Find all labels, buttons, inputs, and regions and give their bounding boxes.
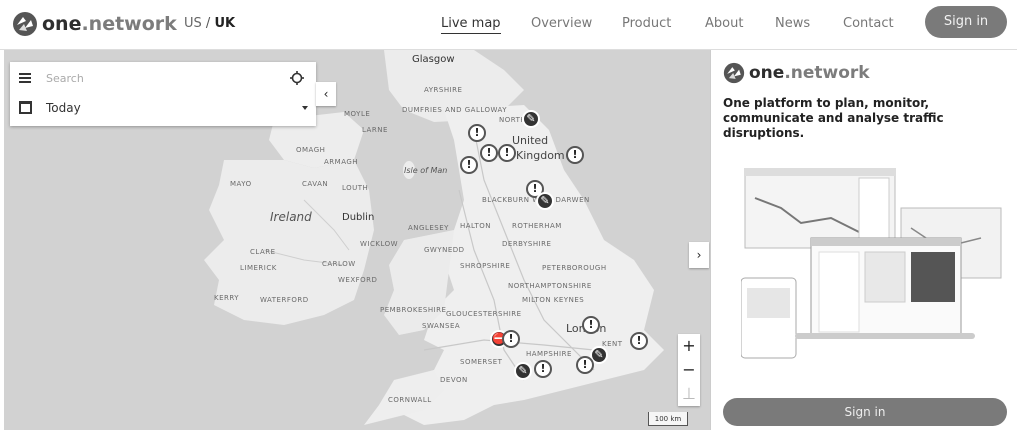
nav-news[interactable]: News <box>775 16 810 31</box>
reset-bearing-button[interactable]: ⊥ <box>678 382 700 406</box>
map-scale: 100 km <box>648 412 688 426</box>
map-label-dublin: Dublin <box>342 212 375 223</box>
search-input[interactable] <box>46 69 266 87</box>
nav-contact[interactable]: Contact <box>843 16 894 31</box>
map-label-peterborough: PETERBOROUGH <box>542 264 607 272</box>
sign-in-button-sidebar[interactable]: Sign in <box>723 398 1007 426</box>
map-label-carlow: CARLOW <box>322 260 356 268</box>
nav-overview[interactable]: Overview <box>531 16 592 31</box>
sidebar-tagline: One platform to plan, monitor, communica… <box>723 96 944 140</box>
map-label-northamptonshire: NORTHAMPTONSHIRE <box>508 282 592 290</box>
map-label-armagh: ARMAGH <box>324 158 359 166</box>
roadworks-marker[interactable]: ✎ <box>522 110 540 128</box>
calendar-icon <box>19 101 32 114</box>
map-label-derbyshire: DERBYSHIRE <box>502 240 552 248</box>
map-label-clare: CLARE <box>250 248 276 256</box>
brand-name-network: .network <box>81 13 177 35</box>
brand-name-one: one <box>42 13 82 35</box>
map-label-glasgow: Glasgow <box>412 54 455 65</box>
sidebar-brand-logo: one .network <box>723 62 870 84</box>
menu-icon[interactable] <box>19 73 31 83</box>
map-label-halton: HALTON <box>460 222 492 230</box>
map-label-cornwall: CORNWALL <box>388 396 432 404</box>
map-label-anglesey: ANGLESEY <box>408 224 449 232</box>
brand-name-one: one <box>749 63 785 83</box>
disruption-marker[interactable]: ! <box>502 330 520 348</box>
disruption-marker[interactable]: ! <box>566 146 584 164</box>
map-label-mayo: MAYO <box>230 180 252 188</box>
map-label-waterford: WATERFORD <box>260 296 309 304</box>
search-row <box>10 64 316 92</box>
disruption-marker[interactable]: ! <box>460 156 478 174</box>
sign-in-button-header[interactable]: Sign in <box>925 6 1007 38</box>
product-screenshots-illustration <box>741 168 1002 359</box>
nav-product[interactable]: Product <box>622 16 671 31</box>
disruption-marker[interactable]: ! <box>630 332 648 350</box>
map-label-kerry: KERRY <box>214 294 240 302</box>
map-label-wexford: WEXFORD <box>338 276 378 284</box>
top-navigation-bar: one .network US / UK Live map Overview Pr… <box>0 0 1017 50</box>
map-label-gloucestershire: GLOUCESTERSHIRE <box>446 310 522 318</box>
zoom-out-button[interactable]: − <box>678 358 700 382</box>
map-label-hampshire: HAMPSHIRE <box>526 350 572 358</box>
brand-logo[interactable]: one .network <box>12 11 177 37</box>
region-separator: / <box>205 16 211 31</box>
date-select[interactable]: Today <box>10 94 316 122</box>
map-label-isle-of-man: Isle of Man <box>404 166 448 175</box>
search-panel: Today <box>10 62 316 126</box>
map-label-milton-keynes: MILTON KEYNES <box>522 296 585 304</box>
nav-live-map[interactable]: Live map <box>441 16 501 34</box>
collapse-panel-button[interactable]: ‹ <box>316 82 336 106</box>
zoom-in-button[interactable]: + <box>678 334 700 358</box>
map-label-pembrokeshire: PEMBROKESHIRE <box>380 306 447 314</box>
map-label-united: United <box>512 134 549 147</box>
disruption-marker[interactable]: ! <box>468 124 486 142</box>
map-label-kingdom: Kingdom <box>516 149 565 162</box>
expand-sidebar-button[interactable]: › <box>689 242 709 268</box>
promo-sidebar: one .network One platform to plan, monito… <box>710 50 1017 430</box>
locate-icon[interactable] <box>290 71 304 85</box>
map-label-devon: DEVON <box>440 376 468 384</box>
one-network-logo-icon <box>13 12 37 36</box>
map-label-ayrshire: AYRSHIRE <box>424 86 463 94</box>
map-label-cavan: CAVAN <box>302 180 329 188</box>
map-label-omagh: OMAGH <box>296 146 326 154</box>
map-label-wicklow: WICKLOW <box>360 240 399 248</box>
disruption-marker[interactable]: ! <box>534 360 552 378</box>
disruption-marker[interactable]: ! <box>480 144 498 162</box>
map-label-rotherham: ROTHERHAM <box>512 222 562 230</box>
chevron-down-icon <box>302 106 308 110</box>
map-label-ireland: Ireland <box>270 210 312 224</box>
map-label-gwynedd: GWYNEDD <box>424 246 465 254</box>
map-label-louth: LOUTH <box>342 184 369 192</box>
map-label-moyle: MOYLE <box>344 110 371 118</box>
map-label-somerset: SOMERSET <box>460 358 503 366</box>
brand-name-network: .network <box>784 63 870 83</box>
zoom-control: + − ⊥ <box>678 334 700 406</box>
map-label-kent: KENT <box>602 340 623 348</box>
region-uk-link[interactable]: UK <box>214 16 235 31</box>
map-label-larne: LARNE <box>362 126 388 134</box>
disruption-marker[interactable]: ! <box>582 316 600 334</box>
nav-about[interactable]: About <box>705 16 743 31</box>
date-value: Today <box>46 101 81 115</box>
roadworks-marker[interactable]: ✎ <box>536 192 554 210</box>
map-label-swansea: SWANSEA <box>422 322 461 330</box>
region-switcher: US / UK <box>184 16 235 31</box>
one-network-logo-icon <box>723 62 745 84</box>
region-us-link[interactable]: US <box>184 16 202 31</box>
disruption-marker[interactable]: ! <box>498 144 516 162</box>
disruption-marker[interactable]: ! <box>576 356 594 374</box>
map-label-limerick: LIMERICK <box>240 264 277 272</box>
map-label-dumfries: DUMFRIES AND GALLOWAY <box>402 106 508 114</box>
roadworks-marker[interactable]: ✎ <box>514 362 532 380</box>
map-label-shropshire: SHROPSHIRE <box>460 262 511 270</box>
